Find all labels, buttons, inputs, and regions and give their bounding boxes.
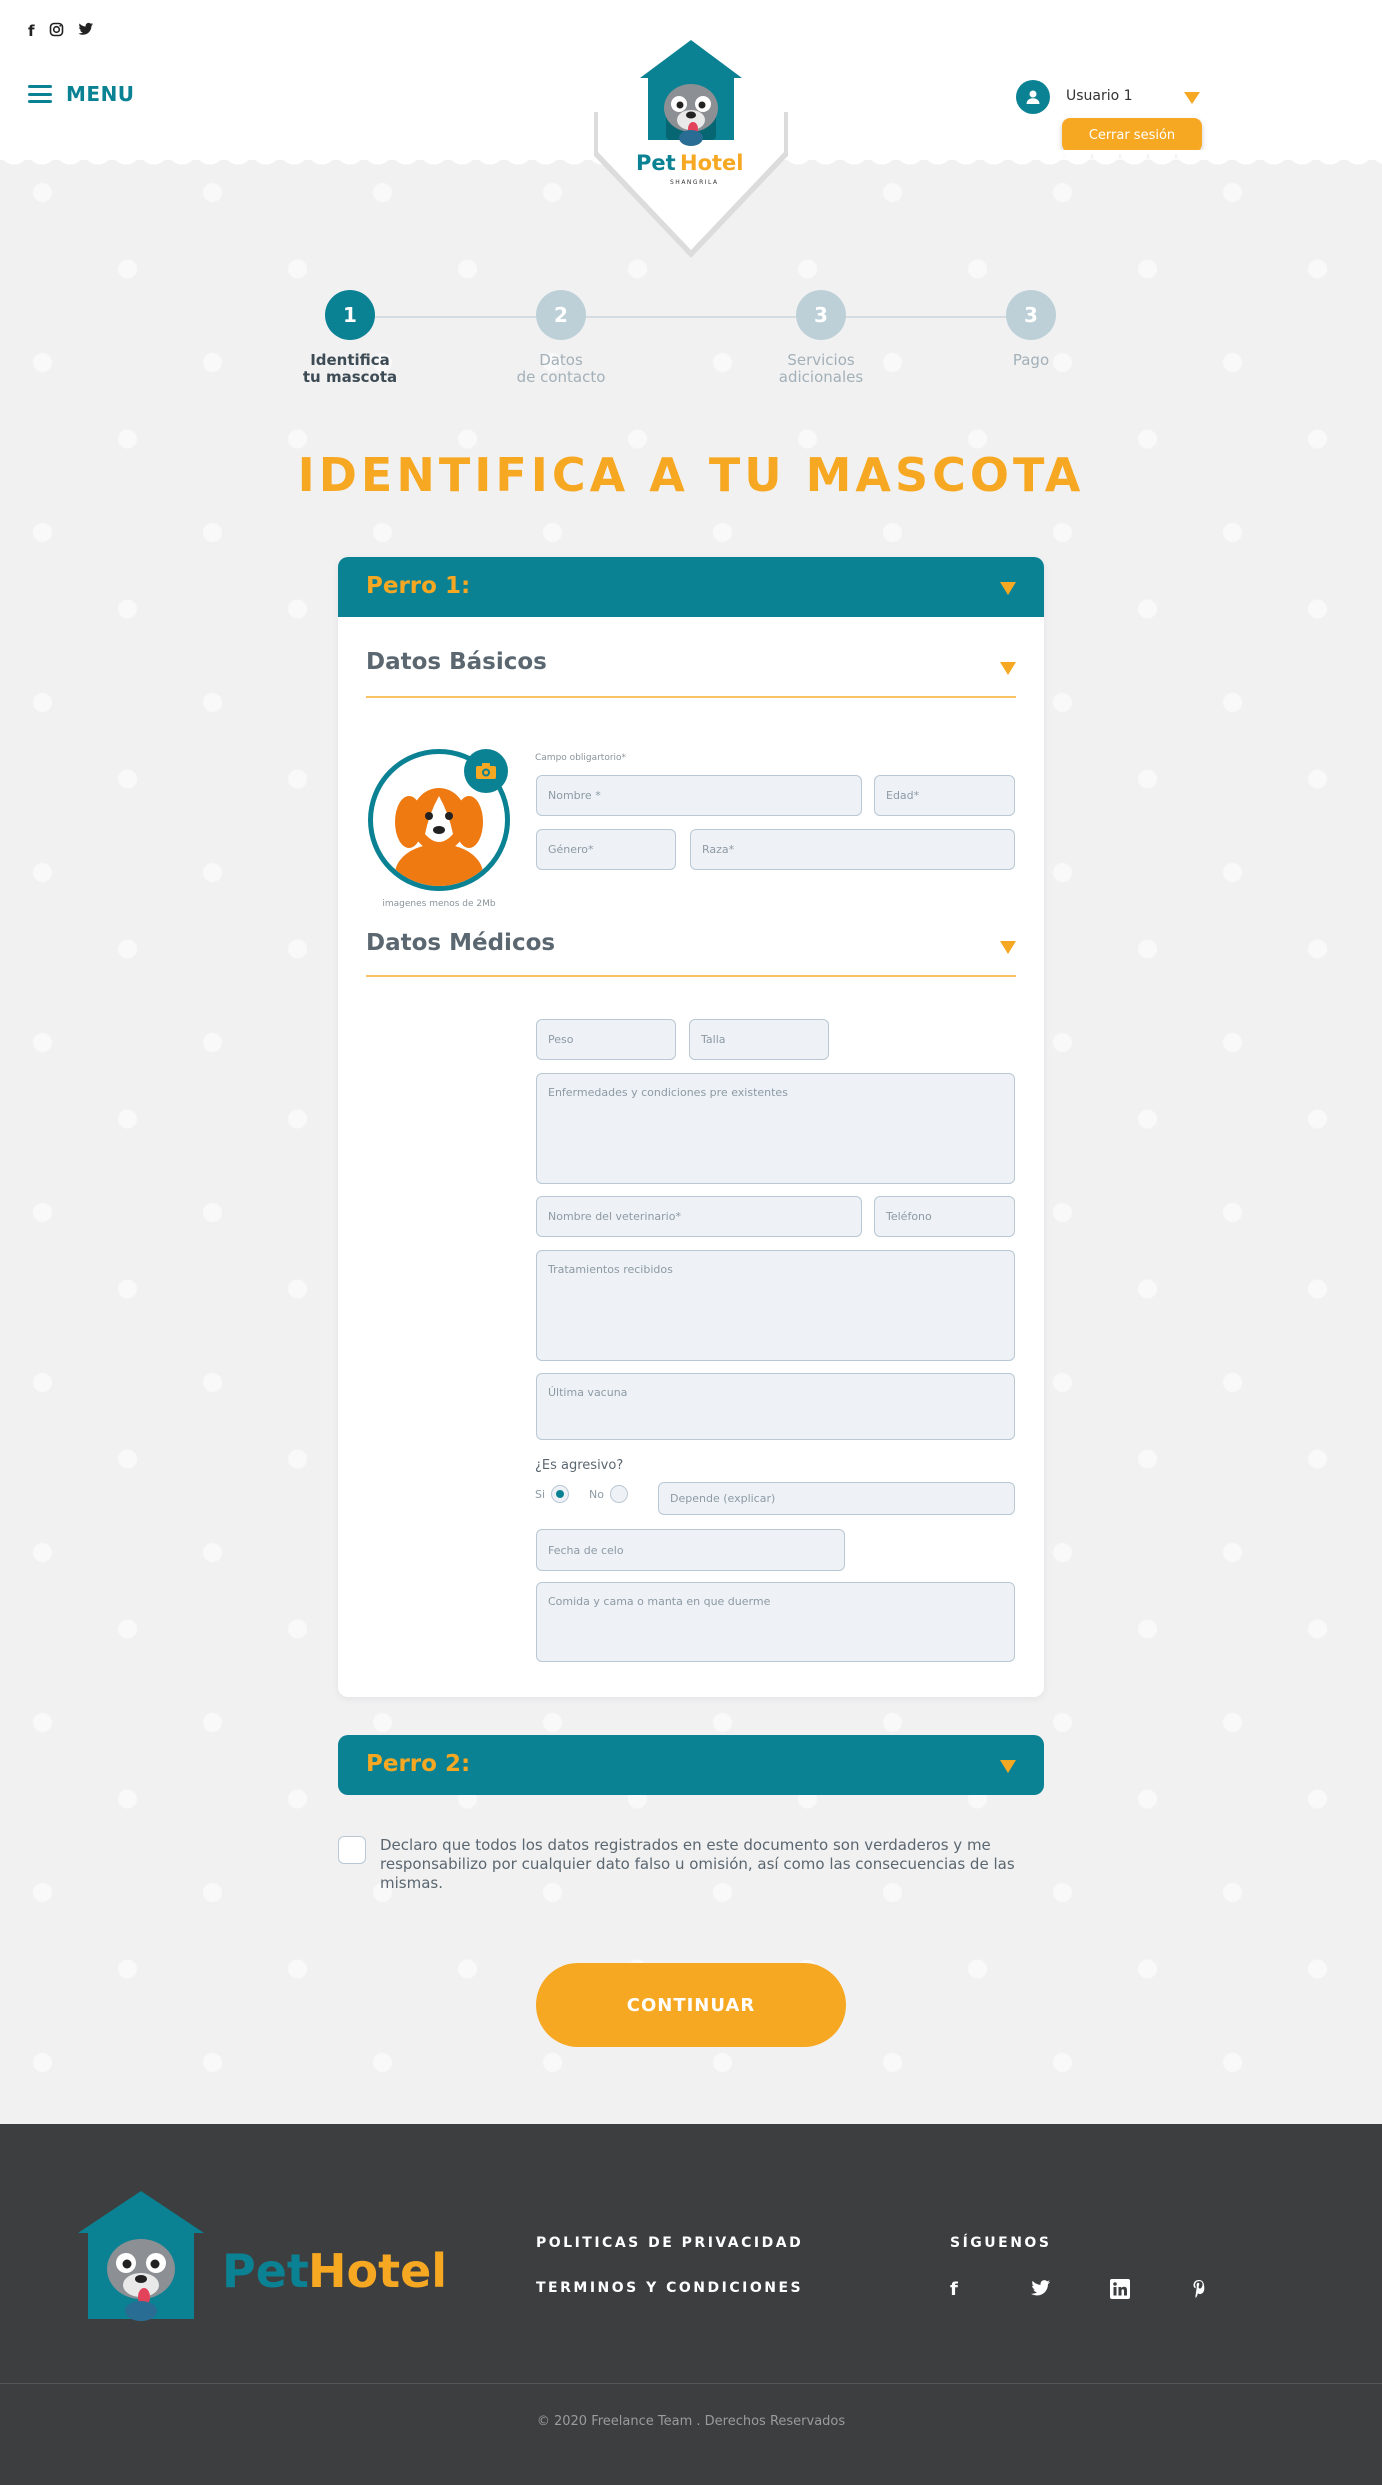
dog-1-title: Perro 1: — [366, 573, 471, 599]
menu-button[interactable]: MENU — [28, 82, 135, 106]
declaration-text: Declaro que todos los datos registrados … — [380, 1836, 1015, 1892]
linkedin-icon[interactable] — [1110, 2279, 1130, 2304]
name-field[interactable]: Nombre * — [536, 775, 862, 816]
step-number: 1 — [325, 290, 375, 340]
step-number: 2 — [536, 290, 586, 340]
weight-field[interactable]: Peso — [536, 1019, 676, 1060]
user-dropdown-caret-icon[interactable] — [1184, 92, 1200, 104]
declaration-checkbox[interactable] — [338, 1836, 366, 1864]
section-divider — [366, 975, 1016, 977]
section-divider — [366, 696, 1016, 698]
facebook-icon[interactable]: f — [28, 22, 35, 41]
footer-logo-hotel: Hotel — [308, 2244, 446, 2298]
step-3[interactable]: 3 Servicios adicionales — [761, 290, 881, 386]
header-social-links: f — [28, 22, 94, 41]
dog-2-title: Perro 2: — [366, 1751, 471, 1777]
step-number: 3 — [1006, 290, 1056, 340]
step-2[interactable]: 2 Datos de contacto — [501, 290, 621, 386]
last-vaccine-field[interactable]: Última vacuna — [536, 1373, 1015, 1440]
chevron-down-icon[interactable] — [1000, 941, 1016, 954]
footer-divider — [0, 2383, 1382, 2384]
depends-field[interactable]: Depende (explicar) — [658, 1482, 1015, 1515]
step-number: 3 — [796, 290, 846, 340]
vet-name-field[interactable]: Nombre del veterinario* — [536, 1196, 862, 1237]
chevron-down-icon[interactable] — [1000, 582, 1016, 595]
logo-text-hotel: Hotel — [680, 151, 743, 175]
progress-stepper: 1 Identifica tu mascota 2 Datos de contact… — [300, 290, 1080, 400]
menu-label: MENU — [66, 82, 135, 106]
radio-no-label: No — [589, 1487, 605, 1501]
site-footer: Pet Hotel POLITICAS DE PRIVACIDAD TERMIN… — [0, 2124, 1382, 2485]
instagram-icon[interactable] — [49, 22, 64, 41]
twitter-icon[interactable] — [77, 22, 94, 41]
footer-logo-pet: Pet — [222, 2244, 309, 2298]
camera-icon[interactable] — [464, 749, 508, 793]
step-label: Servicios adicionales — [778, 351, 864, 386]
chevron-down-icon[interactable] — [1000, 662, 1016, 675]
step-4[interactable]: 3 Pago — [971, 290, 1091, 369]
aggressive-options: Si No — [535, 1485, 648, 1503]
twitter-icon[interactable] — [1030, 2279, 1052, 2302]
privacy-link[interactable]: POLITICAS DE PRIVACIDAD — [536, 2235, 803, 2251]
pinterest-icon[interactable] — [1192, 2279, 1206, 2304]
pet-hotel-logo[interactable]: Pet Hotel SHANGRILA — [630, 38, 752, 188]
treatments-textarea[interactable]: Tratamientos recibidos — [536, 1250, 1015, 1361]
required-note: Campo obligartorio* — [535, 753, 627, 763]
step-1[interactable]: 1 Identifica tu mascota — [290, 290, 410, 386]
conditions-textarea[interactable]: Enfermedades y condiciones pre existente… — [536, 1073, 1015, 1184]
step-label: Datos de contacto — [516, 351, 606, 386]
heat-date-field[interactable]: Fecha de celo — [536, 1529, 845, 1571]
basic-data-title[interactable]: Datos Básicos — [366, 649, 547, 675]
radio-yes-label: Si — [535, 1487, 546, 1501]
copyright: © 2020 Freelance Team . Derechos Reserva… — [536, 2414, 846, 2429]
logout-button[interactable]: Cerrar sesión — [1062, 118, 1202, 152]
page-title: IDENTIFICA A TU MASCOTA — [297, 448, 1085, 502]
user-name[interactable]: Usuario 1 — [1066, 88, 1133, 104]
image-size-note: imagenes menos de 2Mb — [382, 899, 496, 909]
dog-2-header[interactable]: Perro 2: — [338, 1735, 1044, 1795]
step-label: Identifica tu mascota — [302, 351, 398, 386]
breed-field[interactable]: Raza* — [690, 829, 1015, 870]
logo-subtext: SHANGRILA — [670, 179, 719, 186]
gender-field[interactable]: Género* — [536, 829, 676, 870]
hamburger-icon — [28, 85, 52, 103]
logo-text-pet: Pet — [636, 151, 676, 175]
dog-1-card: Perro 1: Datos Básicos imagenes menos de… — [338, 557, 1044, 1697]
continue-button[interactable]: CONTINUAR — [536, 1963, 846, 2047]
user-avatar-icon[interactable] — [1016, 80, 1050, 114]
terms-link[interactable]: TERMINOS Y CONDICIONES — [536, 2280, 803, 2296]
aggressive-question: ¿Es agresivo? — [535, 1458, 624, 1473]
radio-no[interactable] — [610, 1485, 629, 1503]
follow-title: SÍGUENOS — [950, 2235, 1052, 2251]
age-field[interactable]: Edad* — [874, 775, 1015, 816]
step-label: Pago — [1012, 351, 1050, 369]
facebook-icon[interactable]: f — [950, 2279, 958, 2300]
medical-data-title[interactable]: Datos Médicos — [366, 930, 555, 956]
size-field[interactable]: Talla — [689, 1019, 829, 1060]
dog-1-header[interactable]: Perro 1: — [338, 557, 1044, 617]
radio-yes[interactable] — [551, 1485, 570, 1503]
stepper-line — [350, 316, 1030, 318]
phone-field[interactable]: Teléfono — [874, 1196, 1015, 1237]
footer-logo[interactable]: Pet Hotel — [76, 2189, 447, 2343]
food-bed-textarea[interactable]: Comida y cama o manta en que duerme — [536, 1582, 1015, 1662]
chevron-down-icon[interactable] — [1000, 1760, 1016, 1773]
